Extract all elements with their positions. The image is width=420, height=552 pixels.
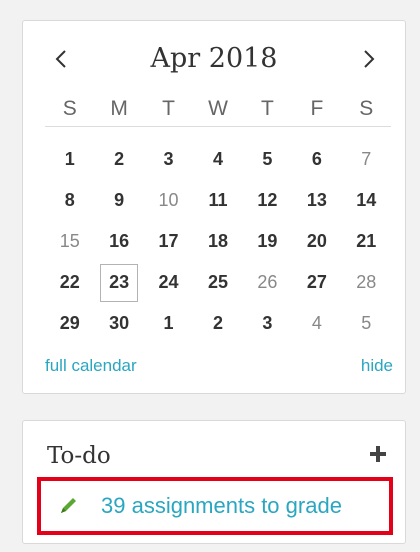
calendar-day-number: 29 — [59, 313, 80, 333]
calendar-day[interactable]: 9 — [94, 180, 143, 221]
calendar-day[interactable]: 17 — [144, 221, 193, 262]
calendar-day[interactable]: 4 — [292, 303, 341, 344]
calendar-day[interactable]: 4 — [193, 139, 242, 180]
calendar-day-number: 3 — [262, 313, 273, 333]
calendar-day[interactable]: 5 — [243, 139, 292, 180]
calendar-day-number: 10 — [158, 190, 179, 210]
calendar-day-number: 2 — [212, 313, 223, 333]
calendar-day-number: 13 — [306, 190, 327, 210]
calendar-day-number: 2 — [114, 149, 125, 169]
weekday-label: T — [162, 97, 175, 120]
calendar-day[interactable]: 14 — [342, 180, 391, 221]
calendar-footer: full calendar hide — [45, 351, 393, 381]
weekday-header: SMTWTFS — [45, 91, 391, 127]
calendar-day-number: 20 — [306, 231, 327, 251]
calendar-day-number: 5 — [262, 149, 273, 169]
calendar-day-number: 6 — [311, 149, 322, 169]
calendar-day[interactable]: 3 — [243, 303, 292, 344]
weekday-label: F — [310, 97, 324, 120]
weekday-label: T — [261, 97, 274, 120]
plus-icon — [370, 446, 386, 462]
weekday-label: M — [110, 97, 128, 120]
calendar-day-number: 25 — [207, 272, 228, 292]
calendar-day[interactable]: 2 — [94, 139, 143, 180]
calendar-day-number: 9 — [114, 190, 125, 210]
calendar-day[interactable]: 18 — [193, 221, 242, 262]
calendar-day[interactable]: 15 — [45, 221, 94, 262]
calendar-day-number: 18 — [207, 231, 228, 251]
calendar-day-number: 11 — [208, 190, 228, 210]
calendar-day[interactable]: 5 — [342, 303, 391, 344]
calendar-day[interactable]: 25 — [193, 262, 242, 303]
calendar-header: Apr 2018 — [23, 39, 405, 79]
calendar-day-today[interactable]: 23 — [94, 262, 143, 303]
calendar-day-number: 4 — [311, 313, 322, 333]
calendar-day[interactable]: 2 — [193, 303, 242, 344]
calendar-day-number: 4 — [212, 149, 223, 169]
calendar-day[interactable]: 28 — [342, 262, 391, 303]
calendar-day-number: 5 — [361, 313, 372, 333]
calendar-day-number: 12 — [257, 190, 278, 210]
weekday-label: S — [62, 97, 77, 120]
calendar-day-number: 15 — [59, 231, 80, 251]
calendar-day[interactable]: 19 — [243, 221, 292, 262]
calendar-day-number: 14 — [356, 190, 377, 210]
calendar-day-number: 26 — [257, 272, 278, 292]
calendar-day-number: 19 — [257, 231, 278, 251]
calendar-day[interactable]: 26 — [243, 262, 292, 303]
calendar-day[interactable]: 21 — [342, 221, 391, 262]
calendar-day[interactable]: 6 — [292, 139, 341, 180]
calendar-day[interactable]: 30 — [94, 303, 143, 344]
add-todo-button[interactable] — [367, 443, 389, 465]
mini-calendar: Apr 2018 SMTWTFS 1 2 3 4 5 6 7 8 9 10 11 12 13 14 15 16… — [22, 20, 406, 394]
calendar-day-number: 16 — [109, 231, 130, 251]
calendar-day[interactable]: 3 — [144, 139, 193, 180]
full-calendar-link[interactable]: full calendar — [45, 356, 137, 376]
calendar-day-number: 1 — [64, 149, 75, 169]
calendar-day-number: 28 — [356, 272, 377, 292]
calendar-day-number: 30 — [109, 313, 130, 333]
calendar-day-number: 1 — [163, 313, 174, 333]
calendar-day[interactable]: 7 — [342, 139, 391, 180]
calendar-day[interactable]: 1 — [45, 139, 94, 180]
chevron-right-icon — [364, 50, 375, 68]
todo-card: To-do 39 assignments to grade — [22, 420, 406, 544]
calendar-day-number: 21 — [356, 231, 377, 251]
next-month-button[interactable] — [351, 39, 387, 79]
calendar-day-number: 24 — [158, 272, 179, 292]
calendar-day-number: 3 — [163, 149, 174, 169]
weekday-label: W — [208, 97, 228, 120]
calendar-day[interactable]: 1 — [144, 303, 193, 344]
calendar-day[interactable]: 20 — [292, 221, 341, 262]
calendar-day-number: 27 — [306, 272, 327, 292]
todo-title: To-do — [47, 443, 111, 469]
calendar-day[interactable]: 8 — [45, 180, 94, 221]
calendar-day[interactable]: 16 — [94, 221, 143, 262]
calendar-day-number: 23 — [109, 272, 130, 292]
calendar-day[interactable]: 11 — [193, 180, 242, 221]
calendar-day-number: 8 — [64, 190, 75, 210]
calendar-day[interactable]: 13 — [292, 180, 341, 221]
calendar-month-label: Apr 2018 — [150, 43, 278, 74]
todo-item-assignments[interactable]: 39 assignments to grade — [37, 477, 393, 535]
calendar-days-grid: 1 2 3 4 5 6 7 8 9 10 11 12 13 14 15 16 17 18 19 20 21 22 23 24 2… — [45, 139, 391, 344]
calendar-day[interactable]: 29 — [45, 303, 94, 344]
calendar-day[interactable]: 22 — [45, 262, 94, 303]
calendar-day[interactable]: 10 — [144, 180, 193, 221]
weekday-label: S — [359, 97, 374, 120]
calendar-day[interactable]: 24 — [144, 262, 193, 303]
calendar-day[interactable]: 12 — [243, 180, 292, 221]
calendar-day-number: 22 — [59, 272, 80, 292]
calendar-day-number: 7 — [361, 149, 372, 169]
calendar-day[interactable]: 27 — [292, 262, 341, 303]
hide-calendar-link[interactable]: hide — [361, 356, 393, 376]
pencil-icon — [61, 498, 76, 513]
calendar-day-number: 17 — [158, 231, 179, 251]
todo-item-label: 39 assignments to grade — [101, 493, 342, 518]
